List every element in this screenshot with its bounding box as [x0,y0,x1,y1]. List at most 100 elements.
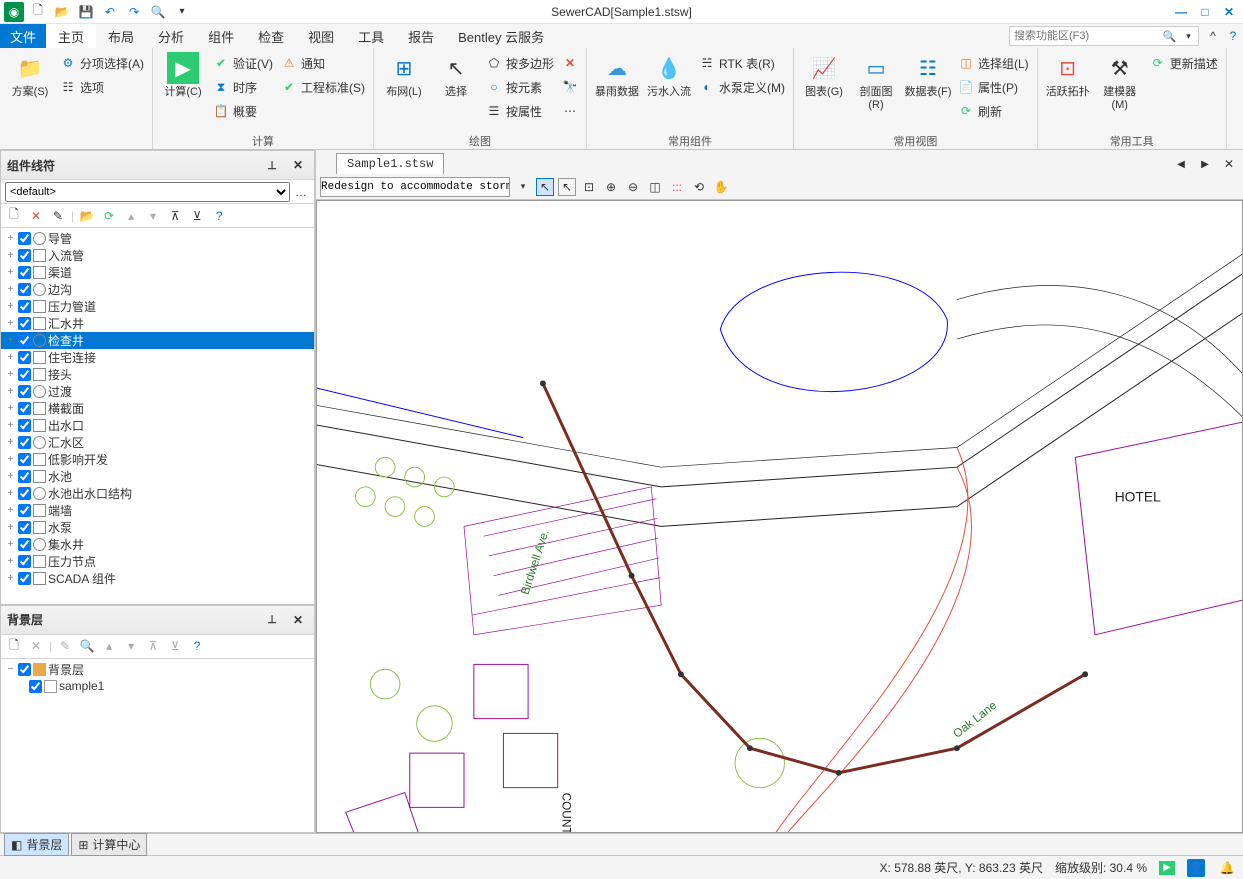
active-topo-button[interactable]: ⊡ 活跃拓扑 [1044,52,1092,99]
modeler-button[interactable]: ⚒ 建模器(M) [1096,52,1144,112]
pin2-icon[interactable]: ⊥ [262,610,282,630]
bg-new-icon[interactable]: 🗋 [5,637,23,655]
file-tab[interactable]: 文件 [0,24,46,48]
tree-item[interactable]: +水池出水口结构 [1,485,314,502]
drawing-canvas[interactable]: HOTEL [316,200,1243,833]
bg-del-icon[interactable]: ✕ [27,637,45,655]
profile-button[interactable]: ▭ 剖面图(R) [852,52,900,112]
tab-analysis[interactable]: 分析 [146,24,196,48]
doc-close-icon[interactable]: ✕ [1219,154,1239,174]
bg-up-icon[interactable]: ▴ [100,637,118,655]
map-select-mode-icon[interactable]: ↖ [536,178,554,196]
select-button[interactable]: ↖ 选择 [432,52,480,99]
tree-item[interactable]: +压力节点 [1,553,314,570]
tree-item[interactable]: +横截面 [1,400,314,417]
more-icon[interactable]: … [292,183,310,201]
qat-dropdown-icon[interactable]: ▾ [172,2,192,22]
search-input[interactable] [1010,30,1160,42]
map-arrow-icon[interactable]: ↖ [558,178,576,196]
tree-item[interactable]: +入流管 [1,247,314,264]
tab-tools[interactable]: 工具 [346,24,396,48]
tree-item[interactable]: +端墙 [1,502,314,519]
chart-button[interactable]: 📈 图表(G) [800,52,848,99]
summary-button[interactable]: 📋概要 [211,100,275,122]
storm-button[interactable]: ☁ 暴雨数据 [593,52,641,99]
options-button[interactable]: ☷选项 [58,76,146,98]
bg-edit-icon[interactable]: ✎ [56,637,74,655]
tree-item[interactable]: +汇水区 [1,434,314,451]
tree-item[interactable]: +检查井 [1,332,314,349]
zoom-prev-icon[interactable]: ⟲ [690,178,708,196]
tab-components[interactable]: 组件 [196,24,246,48]
bg-zoom-icon[interactable]: 🔍 [78,637,96,655]
rename-icon[interactable]: ✎ [49,207,67,225]
tree-item[interactable]: +出水口 [1,417,314,434]
panel-close-icon[interactable]: ✕ [288,155,308,175]
tree-item[interactable]: +集水井 [1,536,314,553]
user-icon[interactable]: 👤 [1187,859,1205,877]
tree-item[interactable]: +渠道 [1,264,314,281]
verify-button[interactable]: ✔验证(V) [211,52,275,74]
bg-sort1-icon[interactable]: ⊼ [144,637,162,655]
delete-icon[interactable]: ✕ [27,207,45,225]
help-icon[interactable]: ? [1223,26,1243,46]
inflow-button[interactable]: 💧 污水入流 [645,52,693,99]
minimize-icon[interactable]: — [1171,2,1191,22]
selset-button[interactable]: ◫选择组(L) [956,52,1031,74]
by-poly-button[interactable]: ⬠按多边形 [484,52,556,74]
std-button[interactable]: ✔工程标准(S) [279,76,367,98]
up-icon[interactable]: ▴ [122,207,140,225]
tree-item[interactable]: +导管 [1,230,314,247]
tree-item[interactable]: +住宅连接 [1,349,314,366]
pan-icon[interactable]: ✋ [712,178,730,196]
refresh2-icon[interactable]: ⟳ [100,207,118,225]
sort2-icon[interactable]: ⊻ [188,207,206,225]
tab-home[interactable]: 主页 [46,24,96,48]
partial-select-button[interactable]: ⚙分项选择(A) [58,52,146,74]
new-file-icon[interactable]: 🗋 [5,207,23,225]
scheme-button[interactable]: 📁 方案(S) [6,52,54,99]
doc-next-icon[interactable]: ▶ [1195,154,1215,174]
bottom-tab-bg[interactable]: ◧背景层 [4,833,69,856]
document-tab[interactable]: Sample1.stsw [336,153,444,174]
bottom-tab-calc[interactable]: ⊞计算中心 [71,833,147,856]
status-play-icon[interactable]: ▶ [1159,861,1175,875]
help2-icon[interactable]: ? [210,207,228,225]
delete-button[interactable]: ✕ [560,52,580,74]
save-icon[interactable]: 💾 [76,2,96,22]
tree-item[interactable]: +边沟 [1,281,314,298]
update-desc-button[interactable]: ⟳更新描述 [1148,52,1220,74]
bg-sort2-icon[interactable]: ⊻ [166,637,184,655]
sort1-icon[interactable]: ⊼ [166,207,184,225]
maximize-icon[interactable]: □ [1195,2,1215,22]
undo-icon[interactable]: ↶ [100,2,120,22]
zoom-out-icon[interactable]: ⊖ [624,178,642,196]
tree-item[interactable]: +水池 [1,468,314,485]
zoom-extent-icon[interactable]: ⊡ [580,178,598,196]
tab-report[interactable]: 报告 [396,24,446,48]
by-attr-button[interactable]: ☰按属性 [484,100,556,122]
more-draw-button[interactable]: ⋯ [560,100,580,122]
tab-check[interactable]: 检查 [246,24,296,48]
tree-item[interactable]: +接头 [1,366,314,383]
bell-icon[interactable]: 🔔 [1217,858,1237,878]
scenario-input[interactable] [320,177,510,197]
default-select[interactable]: <default> [5,182,290,202]
notify-button[interactable]: ⚠通知 [279,52,367,74]
bg-down-icon[interactable]: ▾ [122,637,140,655]
ribbon-min-icon[interactable]: ^ [1203,26,1223,46]
doc-prev-icon[interactable]: ◀ [1171,154,1191,174]
calc-button[interactable]: ▶ 计算(C) [159,52,207,99]
redo-icon[interactable]: ↷ [124,2,144,22]
bg-tree[interactable]: −背景层 sample1 [1,659,314,832]
datatable-button[interactable]: ☷ 数据表(F) [904,52,952,99]
search-ribbon[interactable]: 🔍 ▾ [1009,26,1199,46]
symbols-tree[interactable]: +导管+入流管+渠道+边沟+压力管道+汇水井+检查井+住宅连接+接头+过渡+横截… [1,228,314,604]
pin-icon[interactable]: ⊥ [262,155,282,175]
down-icon[interactable]: ▾ [144,207,162,225]
scenario-dropdown-icon[interactable]: ▾ [514,178,532,196]
new-icon[interactable]: 🗋 [28,2,48,22]
tree-item[interactable]: +水泵 [1,519,314,536]
timeseq-button[interactable]: ⧗时序 [211,76,275,98]
pump-def-button[interactable]: ◐水泵定义(M) [697,76,787,98]
